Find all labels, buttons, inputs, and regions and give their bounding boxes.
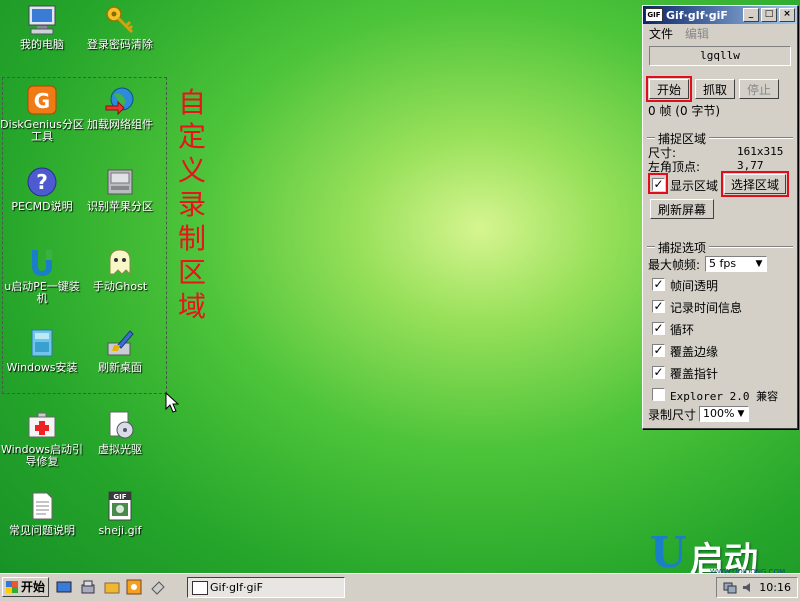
chevron-down-icon[interactable]: ▼	[753, 258, 765, 270]
windows-flag-icon	[6, 581, 18, 593]
taskbar-item-gif-recorder[interactable]: Gif·gIf·giF	[187, 577, 345, 598]
option-label: Explorer 2.0 兼容	[670, 390, 779, 403]
desktop-icon-faq[interactable]: 常见问题说明	[0, 490, 84, 537]
desktop-icon-label: sheji.gif	[98, 524, 142, 537]
first-aid-icon	[26, 409, 58, 441]
desktop-icon-label: 我的电脑	[20, 38, 64, 51]
show-area-label: 显示区域	[670, 179, 719, 193]
mouse-pointer-icon	[165, 391, 180, 417]
size-value: 161x315	[737, 145, 784, 158]
option-checkbox-loop[interactable]: ✓	[652, 322, 665, 335]
gif-recorder-window: GIF Gif·gIf·giF _ □ × 文件 编辑 lgqllw 开始 抓取…	[642, 5, 798, 429]
capture-options-heading: 捕捉选项	[655, 239, 710, 256]
key-icon	[104, 4, 136, 36]
quicklaunch-eraser-icon[interactable]	[150, 579, 166, 595]
chevron-down-icon[interactable]: ▼	[735, 408, 747, 420]
option-checkbox-transparent[interactable]: ✓	[652, 278, 665, 291]
capture-options-heading-text: 捕捉选项	[658, 241, 707, 255]
desktop-icon-sheji-gif[interactable]: GIF sheji.gif	[78, 490, 162, 537]
taskbar-item-label: Gif·gIf·giF	[210, 581, 263, 594]
option-checkbox-explorer[interactable]	[652, 388, 665, 401]
desktop-icon-password-clear[interactable]: 登录密码清除	[78, 4, 162, 51]
window-titlebar[interactable]: GIF Gif·gIf·giF _ □ ×	[643, 6, 797, 24]
document-icon	[26, 490, 58, 522]
taskbar: 开始 Gif·gIf·giF 10:16	[0, 573, 800, 601]
clock[interactable]: 10:16	[759, 578, 791, 597]
quicklaunch-tool-icon[interactable]	[80, 579, 96, 595]
close-button[interactable]: ×	[779, 8, 795, 22]
option-checkbox-cover-pointer[interactable]: ✓	[652, 366, 665, 379]
stop-button[interactable]: 停止	[739, 79, 779, 99]
desktop-icon-label: 登录密码清除	[87, 38, 153, 51]
menu-edit[interactable]: 编辑	[685, 25, 709, 42]
quicklaunch-folder-icon[interactable]	[104, 579, 120, 595]
gif-app-icon	[192, 581, 208, 595]
start-label: 开始	[21, 580, 46, 594]
option-label: 覆盖指针	[670, 367, 719, 381]
quicklaunch-desktop-icon[interactable]	[56, 579, 72, 595]
frames-status: 0 帧 (0 字节)	[648, 104, 721, 118]
option-label: 循环	[670, 323, 695, 337]
brand-logo: U 启动 WWW.UQIDONG.COM	[650, 528, 800, 580]
gif-app-icon: GIF	[645, 8, 663, 22]
virtual-drive-icon	[104, 409, 136, 441]
gif-file-icon: GIF	[104, 490, 136, 522]
capture-region-outline	[2, 77, 167, 394]
desktop-icon-virtual-drive[interactable]: 虚拟光驱	[78, 409, 162, 456]
minimize-button[interactable]: _	[743, 8, 759, 22]
option-label: 覆盖边缘	[670, 345, 719, 359]
desktop-icon-label: 虚拟光驱	[98, 443, 142, 456]
max-fps-select[interactable]: 5 fps ▼	[705, 256, 767, 272]
system-tray: 10:16	[716, 577, 798, 598]
option-label: 帧间透明	[670, 279, 719, 293]
record-size-value: 100%	[703, 407, 735, 420]
svg-text:GIF: GIF	[113, 493, 126, 501]
tray-volume-icon[interactable]	[741, 581, 755, 600]
start-button-highlight	[646, 76, 692, 102]
desktop-icon-label: 常见问题说明	[9, 524, 75, 537]
start-button[interactable]: 开始	[2, 577, 49, 597]
quicklaunch-image-icon[interactable]	[126, 579, 142, 595]
desktop-icon-label: Windows启动引导修复	[0, 443, 84, 468]
filename-field[interactable]: lgqllw	[649, 46, 791, 66]
record-size-select[interactable]: 100% ▼	[699, 406, 749, 422]
refresh-screen-button[interactable]: 刷新屏幕	[650, 199, 714, 219]
option-checkbox-cover-edge[interactable]: ✓	[652, 344, 665, 357]
maximize-button[interactable]: □	[761, 8, 777, 22]
grab-button[interactable]: 抓取	[695, 79, 735, 99]
window-title: Gif·gIf·giF	[666, 8, 728, 22]
select-area-highlight	[721, 171, 789, 197]
desktop-icon-my-computer[interactable]: 我的电脑	[0, 4, 84, 51]
max-fps-label: 最大帧频:	[648, 258, 701, 272]
option-checkbox-timing[interactable]: ✓	[652, 300, 665, 313]
custom-region-annotation: 自定义录制区域	[178, 86, 207, 323]
desktop-icon-boot-repair[interactable]: Windows启动引导修复	[0, 409, 84, 468]
max-fps-value: 5 fps	[709, 257, 737, 270]
option-label: 记录时间信息	[670, 301, 743, 315]
menubar: 文件 编辑	[643, 24, 797, 42]
computer-icon	[26, 4, 58, 36]
show-area-highlight	[648, 173, 668, 194]
menu-file[interactable]: 文件	[649, 25, 673, 42]
record-size-label: 录制尺寸	[648, 408, 697, 422]
u-logo-mark: U	[650, 528, 687, 577]
tray-network-icon[interactable]	[723, 581, 737, 600]
